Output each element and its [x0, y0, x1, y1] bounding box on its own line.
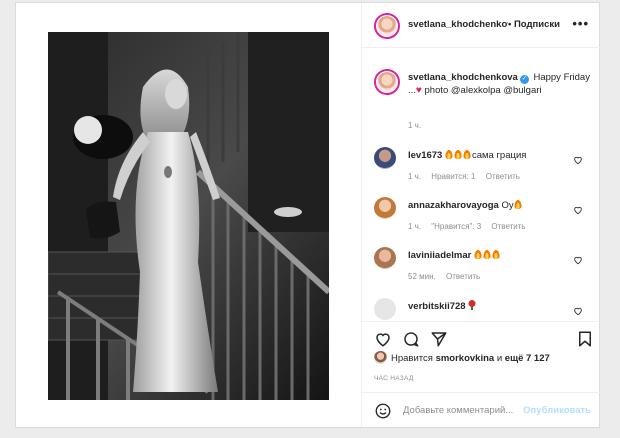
likes-count[interactable]: ещё 7 127 — [505, 353, 550, 364]
comment-time[interactable]: 52 мин. — [408, 272, 436, 281]
caption-text: svetlana_khodchenkova ✓ Happy Friday ...♥… — [408, 71, 594, 97]
publish-button[interactable]: Опубликовать — [523, 405, 591, 416]
comment-text: laviniiadelmar — [408, 249, 501, 261]
comment-input[interactable]: Добавьте комментарий... — [403, 405, 513, 416]
commenter-avatar[interactable] — [374, 298, 396, 320]
comment-item: verbitskii728 — [362, 298, 601, 321]
reply-button[interactable]: Ответить — [486, 172, 520, 181]
verified-badge-icon: ✓ — [519, 75, 529, 84]
caption-avatar[interactable] — [374, 69, 400, 95]
comment-likes[interactable]: Нравится: 1 — [431, 172, 475, 181]
comment-username[interactable]: lev1673 — [408, 150, 442, 161]
fire-emoji-icon — [444, 149, 472, 161]
post-timestamp[interactable]: ЧАС НАЗАД — [374, 375, 414, 382]
author-avatar[interactable] — [374, 13, 400, 39]
comment-username[interactable]: annazakharovayoga — [408, 200, 499, 211]
likes-summary: Нравится smorkovkina и ещё 7 127 — [374, 351, 550, 369]
author-username[interactable]: svetlana_khodchenkov — [408, 19, 508, 30]
heart-outline-icon[interactable] — [374, 330, 392, 348]
post-header: svetlana_khodchenkov • Подписки ••• — [362, 3, 601, 48]
post-sidebar: svetlana_khodchenkov • Подписки ••• svet… — [361, 3, 601, 427]
comment-time[interactable]: 1 ч. — [408, 172, 421, 181]
comment-username[interactable]: verbitskii728 — [408, 301, 466, 312]
like-comment-icon[interactable] — [573, 155, 583, 165]
comment-meta: 1 ч. "Нравится": 3 Ответить — [408, 222, 534, 231]
comments-area[interactable]: svetlana_khodchenkova ✓ Happy Friday ...♥… — [362, 49, 601, 321]
reply-button[interactable]: Ответить — [446, 272, 480, 281]
rose-emoji-icon — [468, 300, 477, 312]
liker-username[interactable]: smorkovkina — [436, 353, 495, 364]
commenter-avatar[interactable] — [374, 197, 396, 219]
post-card: svetlana_khodchenkov • Подписки ••• svet… — [15, 2, 601, 428]
comment-text: annazakharovayoga Оу — [408, 199, 523, 211]
comment-body: сама грация — [471, 150, 527, 161]
comment-meta: 52 мин. Ответить — [408, 272, 488, 281]
fire-emoji-icon — [474, 249, 501, 261]
like-comment-icon[interactable] — [573, 205, 583, 215]
caption-body-end: photo @alexkolpa @bulgari — [421, 85, 542, 96]
caption-username[interactable]: svetlana_khodchenkova — [408, 72, 518, 83]
smiley-icon[interactable] — [374, 402, 392, 420]
post-actions — [362, 321, 601, 351]
commenter-avatar[interactable] — [374, 147, 396, 169]
like-comment-icon[interactable] — [573, 306, 583, 316]
comment-time[interactable]: 1 ч. — [408, 222, 421, 231]
caption-time[interactable]: 1 ч. — [408, 121, 421, 130]
more-options-icon[interactable]: ••• — [572, 16, 589, 31]
paper-plane-icon[interactable] — [430, 330, 448, 348]
comment-likes[interactable]: "Нравится": 3 — [431, 222, 481, 231]
likes-mid: и — [494, 353, 505, 364]
comment-body: Оу — [501, 200, 514, 211]
fire-emoji-icon — [513, 199, 523, 211]
comment-bubble-icon[interactable] — [402, 330, 420, 348]
comment-item: laviniiadelmar 52 мин. Ответить — [362, 247, 601, 297]
comment-item: lev1673 сама грация 1 ч. Нравится: 1 Отв… — [362, 147, 601, 197]
comment-text: verbitskii728 — [408, 300, 477, 312]
following-button[interactable]: • Подписки — [508, 19, 560, 30]
post-photo[interactable] — [48, 32, 329, 400]
comment-text: lev1673 сама грация — [408, 149, 526, 161]
comment-item: annazakharovayoga Оу 1 ч. "Нравится": 3 … — [362, 197, 601, 247]
like-comment-icon[interactable] — [573, 255, 583, 265]
commenter-avatar[interactable] — [374, 247, 396, 269]
reply-button[interactable]: Ответить — [491, 222, 525, 231]
liker-avatar[interactable] — [374, 351, 387, 364]
likes-prefix: Нравится — [391, 353, 436, 364]
comment-meta: 1 ч. Нравится: 1 Ответить — [408, 172, 528, 181]
add-comment-bar: Добавьте комментарий... Опубликовать — [362, 392, 601, 427]
bookmark-icon[interactable] — [576, 330, 594, 348]
post-image — [48, 32, 329, 400]
comment-username[interactable]: laviniiadelmar — [408, 250, 471, 261]
